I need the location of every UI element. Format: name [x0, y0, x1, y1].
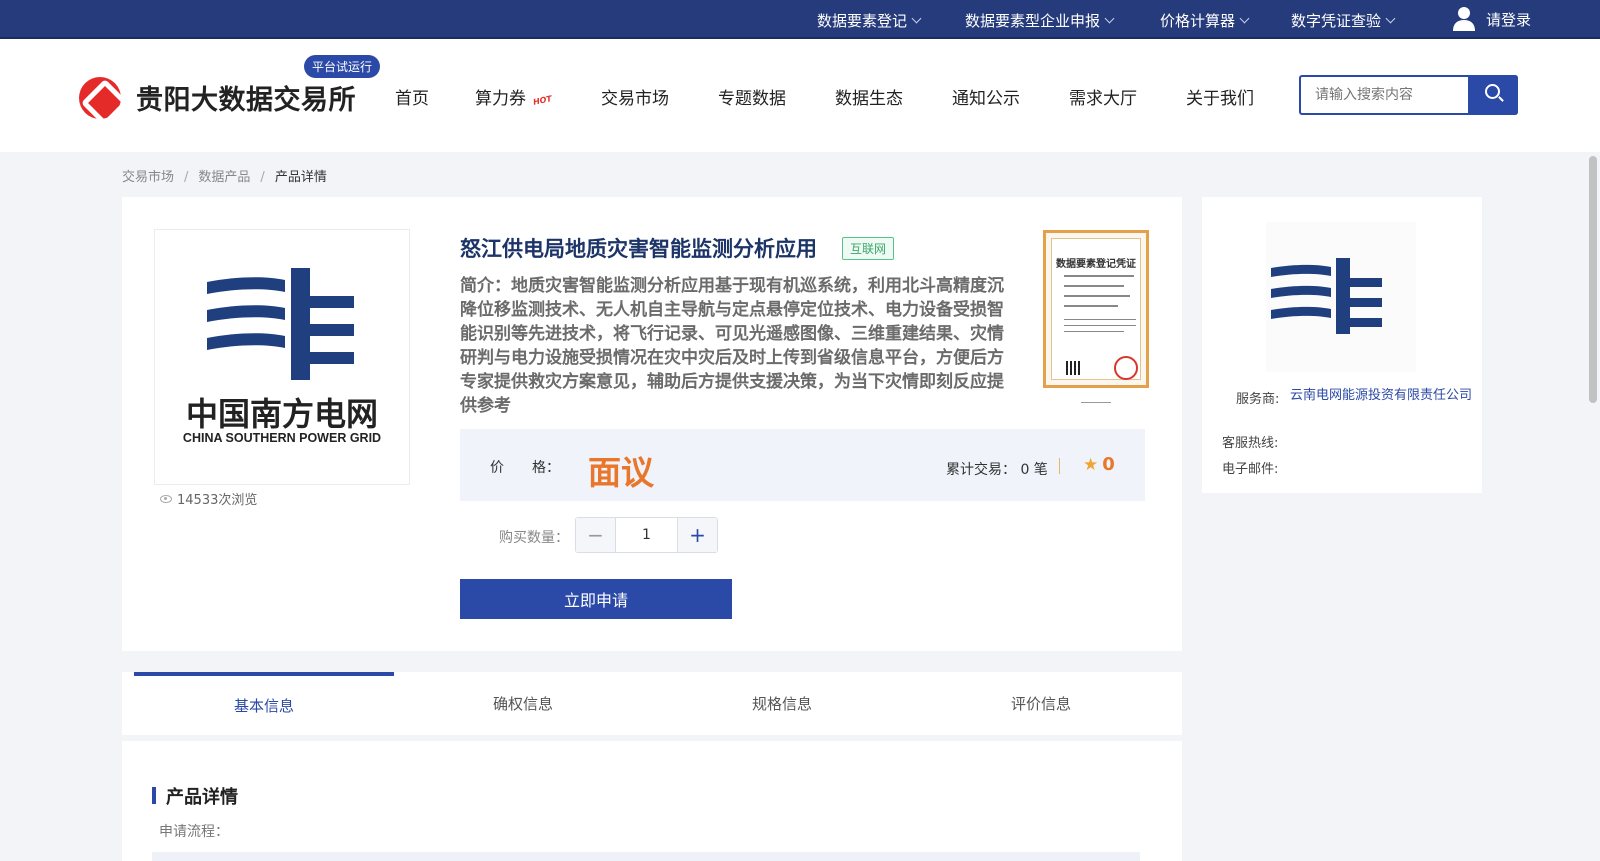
- china-southern-power-grid-logo: [1271, 258, 1382, 334]
- login-link[interactable]: 请登录: [1452, 6, 1531, 32]
- topbar-menu-certificate-check[interactable]: 数字凭证查验: [1291, 10, 1396, 31]
- breadcrumb-data-products[interactable]: 数据产品: [198, 170, 250, 185]
- tab-spec-info[interactable]: 规格信息: [652, 672, 912, 735]
- price-value: 面议: [588, 453, 654, 492]
- rating-value: 0: [1102, 454, 1115, 475]
- apply-button[interactable]: 立即申请: [460, 579, 732, 619]
- quantity-input[interactable]: 1: [616, 518, 677, 552]
- product-description: 简介：地质灾害智能监测分析应用基于现有机巡系统，利用北斗高精度沉降位移监测技术、…: [460, 276, 1004, 416]
- product-title: 怒江供电局地质灾害智能监测分析应用: [460, 237, 817, 261]
- nav-item-compute-voucher[interactable]: 算力券: [475, 84, 526, 109]
- process-table-header: [152, 852, 1140, 861]
- increase-button[interactable]: +: [677, 518, 717, 552]
- site-name[interactable]: 贵阳大数据交易所: [136, 78, 356, 117]
- tab-review-info[interactable]: 评价信息: [911, 672, 1171, 735]
- chevron-down-icon: [911, 13, 922, 24]
- quantity-label: 购买数量：: [499, 530, 569, 546]
- email-row: 电子邮件:: [1222, 458, 1278, 477]
- qr-code-icon: [1066, 361, 1080, 375]
- star-icon: ★: [1083, 454, 1099, 475]
- registration-certificate[interactable]: 数据要素登记凭证: [1043, 230, 1149, 388]
- category-tag: 互联网: [842, 237, 895, 260]
- section-marker: [152, 787, 156, 804]
- hotline-row: 客服热线:: [1222, 432, 1278, 451]
- tab-basic-info[interactable]: 基本信息: [134, 672, 394, 735]
- breadcrumb-current: 产品详情: [274, 170, 327, 185]
- topbar-menu-label: 数字凭证查验: [1291, 12, 1382, 30]
- login-label: 请登录: [1486, 10, 1532, 29]
- topbar-menu-enterprise-apply[interactable]: 数据要素型企业申报: [965, 10, 1115, 31]
- topbar-menu-label: 价格计算器: [1160, 12, 1236, 30]
- nav-item-topic-data[interactable]: 专题数据: [718, 84, 786, 109]
- nav-item-ecosystem[interactable]: 数据生态: [835, 84, 903, 109]
- service-provider-row: 服务商:: [1236, 388, 1279, 407]
- seal-icon: [1114, 356, 1138, 380]
- nav-item-demand-hall[interactable]: 需求大厅: [1069, 84, 1137, 109]
- scrollbar-thumb[interactable]: [1589, 156, 1597, 403]
- product-image: 中国南方电网 CHINA SOUTHERN POWER GRID: [154, 229, 410, 485]
- rating: ★ 0: [1083, 454, 1115, 475]
- chevron-down-icon: [1104, 13, 1115, 24]
- china-southern-power-grid-logo: 中国南方电网 CHINA SOUTHERN POWER GRID: [183, 268, 381, 445]
- view-count: 14533次浏览: [160, 489, 257, 508]
- breadcrumb-market[interactable]: 交易市场: [122, 170, 174, 185]
- exchange-logo-icon[interactable]: [79, 77, 121, 119]
- thumbnail-indicator[interactable]: [1081, 402, 1111, 403]
- process-label: 申请流程：: [159, 824, 229, 840]
- logo-text-en: CHINA SOUTHERN POWER GRID: [183, 431, 381, 445]
- topbar-menu-price-calculator[interactable]: 价格计算器: [1160, 10, 1250, 31]
- provider-logo: [1266, 222, 1416, 372]
- search-input[interactable]: [1301, 77, 1469, 113]
- email-label: 电子邮件:: [1222, 462, 1279, 477]
- trial-badge: 平台试运行: [304, 55, 381, 78]
- topbar-menu-label: 数据要素登记: [817, 12, 908, 30]
- service-provider-value[interactable]: 云南电网能源投资有限责任公司: [1290, 388, 1476, 404]
- divider: [1059, 458, 1060, 474]
- logo-text-cn: 中国南方电网: [186, 395, 378, 433]
- price-label: 价 格：: [490, 460, 560, 476]
- total-deals: 累计交易： 0 笔: [946, 462, 1048, 478]
- chevron-down-icon: [1239, 13, 1250, 24]
- eye-icon: [160, 494, 172, 503]
- hotline-label: 客服热线:: [1222, 436, 1279, 451]
- views-label: 14533次浏览: [177, 493, 258, 508]
- detail-section: [122, 741, 1182, 861]
- nav-item-notices[interactable]: 通知公示: [952, 84, 1020, 109]
- user-icon: [1453, 7, 1475, 31]
- service-provider-label: 服务商:: [1236, 392, 1280, 407]
- topbar-menu-data-registration[interactable]: 数据要素登记: [817, 10, 922, 31]
- breadcrumb: 交易市场 / 数据产品 / 产品详情: [122, 170, 327, 185]
- search-button[interactable]: [1468, 75, 1518, 115]
- nav-item-market[interactable]: 交易市场: [601, 84, 669, 109]
- nav-item-home[interactable]: 首页: [395, 84, 429, 109]
- decrease-button[interactable]: −: [576, 518, 616, 552]
- tab-rights-info[interactable]: 确权信息: [393, 672, 653, 735]
- minus-icon: −: [587, 523, 604, 547]
- plus-icon: +: [689, 523, 706, 547]
- search-box: [1299, 75, 1518, 115]
- certificate-title: 数据要素登记凭证: [1056, 259, 1136, 270]
- section-title: 产品详情: [166, 787, 238, 808]
- quantity-stepper: − 1 +: [575, 517, 718, 553]
- nav-item-about[interactable]: 关于我们: [1186, 84, 1254, 109]
- topbar-menu-label: 数据要素型企业申报: [965, 12, 1101, 30]
- chevron-down-icon: [1385, 13, 1396, 24]
